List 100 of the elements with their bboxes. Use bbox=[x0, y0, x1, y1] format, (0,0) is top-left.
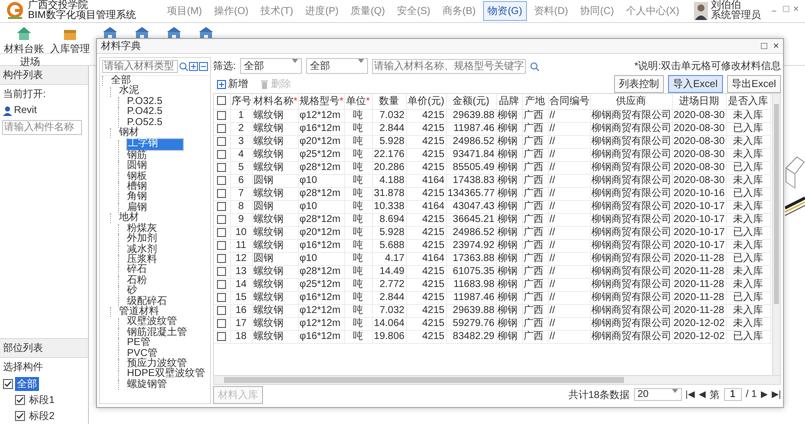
checkbox[interactable] bbox=[15, 411, 25, 421]
menu-tab[interactable]: 进度(P) bbox=[300, 1, 344, 21]
page-label: 第 bbox=[710, 388, 720, 402]
checkbox[interactable] bbox=[217, 318, 226, 328]
table-cell: 14.49 bbox=[372, 266, 406, 278]
tree-item[interactable]: 钢筋 bbox=[126, 150, 148, 162]
search-field[interactable]: 请输入材料名称、规格型号关键字 bbox=[372, 58, 526, 74]
checkbox[interactable] bbox=[217, 292, 226, 302]
checkbox[interactable] bbox=[217, 306, 226, 315]
last-page-button[interactable]: ▶| bbox=[772, 389, 781, 400]
table-cell: 柳钢 bbox=[496, 318, 522, 330]
checkbox[interactable] bbox=[217, 202, 226, 211]
tree-item[interactable]: 碎石 bbox=[126, 265, 148, 276]
search-field[interactable]: 请输入材料类型 bbox=[102, 60, 178, 73]
checkbox[interactable] bbox=[217, 150, 226, 159]
checkbox[interactable] bbox=[217, 266, 226, 276]
menu-tab[interactable]: 资料(D) bbox=[529, 1, 574, 21]
menu-tab[interactable]: 技术(T) bbox=[255, 1, 298, 21]
tree-item[interactable]: 钢材 bbox=[118, 128, 140, 138]
tree-item[interactable]: 级配碎石 bbox=[126, 296, 168, 307]
menu-tab[interactable]: 项目(M) bbox=[162, 1, 207, 21]
checkbox[interactable] bbox=[217, 96, 226, 106]
checkbox[interactable] bbox=[217, 188, 226, 198]
checkbox[interactable] bbox=[217, 228, 226, 237]
menu-tab[interactable]: 商务(B) bbox=[437, 1, 481, 21]
table-cell: 螺纹钢 bbox=[252, 122, 298, 136]
page-size-dropdown[interactable]: 20 bbox=[634, 388, 682, 401]
tree-item[interactable]: 地材 bbox=[118, 213, 140, 224]
table-cell: 7.032 bbox=[372, 304, 406, 318]
checkbox[interactable] bbox=[217, 214, 226, 224]
window-control[interactable]: □ bbox=[783, 4, 790, 18]
add-button[interactable]: 新增 bbox=[213, 77, 252, 91]
table-cell: 2.844 bbox=[372, 292, 406, 304]
checkbox[interactable] bbox=[217, 254, 226, 263]
stock-in-button[interactable]: 入库管理 bbox=[48, 26, 92, 56]
search-icon[interactable] bbox=[179, 62, 188, 71]
tree-item[interactable]: 标段1 bbox=[27, 393, 57, 407]
tree-item[interactable]: 全部 bbox=[110, 76, 132, 86]
table-cell: 85505.49 bbox=[446, 162, 496, 174]
ledger-button[interactable]: 材料台账 bbox=[2, 26, 46, 56]
column-header: 单价(元) bbox=[406, 94, 446, 110]
tree-item[interactable]: 槽钢 bbox=[126, 182, 148, 192]
checkbox[interactable] bbox=[217, 240, 226, 250]
table-cell: φ12*12m bbox=[298, 318, 344, 330]
toolbar-button[interactable]: 列表控制 bbox=[614, 75, 664, 93]
checkbox[interactable] bbox=[217, 162, 226, 172]
toolbar-button[interactable]: 导入Excel bbox=[668, 75, 723, 93]
tree-item[interactable]: 圆钢 bbox=[126, 161, 148, 172]
dropdown[interactable]: 全部 bbox=[240, 58, 302, 74]
dropdown[interactable]: 全部 bbox=[306, 58, 368, 74]
tree-item[interactable]: P.O42.5 bbox=[126, 107, 164, 118]
window-control[interactable]: □ bbox=[761, 40, 768, 52]
search-field[interactable]: 请输入构件名称 bbox=[2, 120, 82, 135]
prev-page-button[interactable]: ◀ bbox=[698, 389, 706, 400]
search-icon[interactable] bbox=[530, 62, 539, 70]
checkbox[interactable] bbox=[3, 379, 13, 389]
tree-item[interactable]: 水泥 bbox=[118, 86, 140, 97]
tree-item[interactable]: 钢筋混凝土管 bbox=[126, 328, 188, 338]
table-cell: 11 bbox=[230, 240, 252, 252]
window-control[interactable]: × bbox=[773, 40, 779, 52]
checkbox[interactable] bbox=[217, 136, 226, 146]
window-control[interactable]: － bbox=[769, 4, 780, 18]
tree-item[interactable]: PE管 bbox=[126, 338, 152, 349]
first-page-button[interactable]: |◀ bbox=[686, 389, 695, 400]
table-cell: 11987.46 bbox=[446, 122, 496, 136]
checkbox[interactable] bbox=[217, 176, 226, 185]
tree-item[interactable]: 螺旋钢管 bbox=[126, 380, 168, 390]
page-field[interactable]: 1 bbox=[724, 388, 742, 401]
expand-icon[interactable] bbox=[189, 62, 198, 71]
checkbox[interactable] bbox=[217, 124, 226, 133]
tree-item[interactable]: 角钢 bbox=[126, 192, 148, 203]
checkbox[interactable] bbox=[217, 110, 226, 120]
column-header: 供应商 bbox=[590, 94, 672, 110]
tree-item[interactable]: 标段2 bbox=[27, 409, 57, 423]
window-control[interactable]: × bbox=[793, 4, 799, 18]
tree-item[interactable]: 砂 bbox=[126, 286, 138, 297]
table-cell: 2020-12-02 bbox=[672, 330, 726, 344]
tree-item[interactable]: 工字钢 bbox=[126, 138, 184, 151]
next-page-button[interactable]: ▶ bbox=[760, 389, 768, 400]
menu-tab[interactable]: 物资(G) bbox=[482, 1, 528, 21]
tree-item[interactable]: PVC管 bbox=[126, 348, 159, 359]
tree-item[interactable]: HDPE双壁波纹管 bbox=[126, 369, 206, 380]
table-cell: 吨 bbox=[344, 240, 372, 252]
checkbox[interactable] bbox=[217, 280, 226, 289]
user-role: 系统管理员 bbox=[711, 11, 762, 21]
tree-item[interactable]: 减水剂 bbox=[126, 244, 158, 255]
menu-tab[interactable]: 质量(Q) bbox=[346, 1, 390, 21]
menu-tab[interactable]: 操作(O) bbox=[209, 1, 254, 21]
checkbox[interactable] bbox=[15, 395, 25, 405]
tree-item[interactable]: P.O32.5 bbox=[126, 96, 164, 108]
table-cell: 4215 bbox=[406, 226, 446, 240]
collapse-icon[interactable] bbox=[199, 62, 208, 71]
tree-item[interactable]: 双壁波纹管 bbox=[126, 317, 178, 328]
menu-tab[interactable]: 协同(C) bbox=[575, 1, 619, 21]
toolbar-button[interactable]: 导出Excel bbox=[726, 75, 781, 93]
checkbox[interactable] bbox=[217, 332, 226, 341]
tree-item[interactable]: 外加剂 bbox=[126, 234, 158, 244]
menu-tab[interactable]: 个人中心(X) bbox=[620, 1, 684, 21]
menu-tab[interactable]: 安全(S) bbox=[392, 1, 436, 21]
tree-item[interactable]: 全部 bbox=[15, 377, 39, 391]
